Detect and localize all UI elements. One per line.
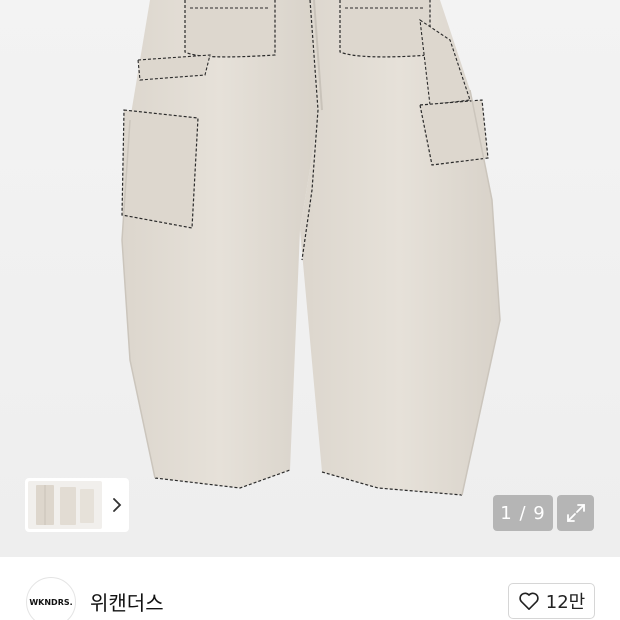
expand-image-button[interactable] [557, 495, 594, 531]
like-button[interactable]: 12만 [508, 583, 595, 619]
thumbnail-image[interactable] [28, 481, 102, 529]
product-image-gallery[interactable]: 1 / 9 [0, 0, 620, 557]
thumbnail-next-button[interactable] [108, 496, 126, 514]
seller-bar: WKNDRS. 위캔더스 12만 [0, 557, 620, 620]
thumbnail-pants-icon [36, 485, 94, 525]
chevron-right-icon [113, 498, 122, 512]
like-count: 12만 [545, 592, 586, 613]
expand-icon [566, 504, 585, 522]
thumbnail-strip[interactable] [25, 478, 129, 532]
seller-avatar[interactable]: WKNDRS. [26, 577, 76, 620]
product-image-pants [121, 0, 501, 496]
seller-name[interactable]: 위캔더스 [90, 587, 164, 616]
seller-avatar-text: WKNDRS. [29, 597, 73, 607]
image-page-counter: 1 / 9 [493, 495, 553, 531]
heart-outline-icon [519, 592, 539, 610]
